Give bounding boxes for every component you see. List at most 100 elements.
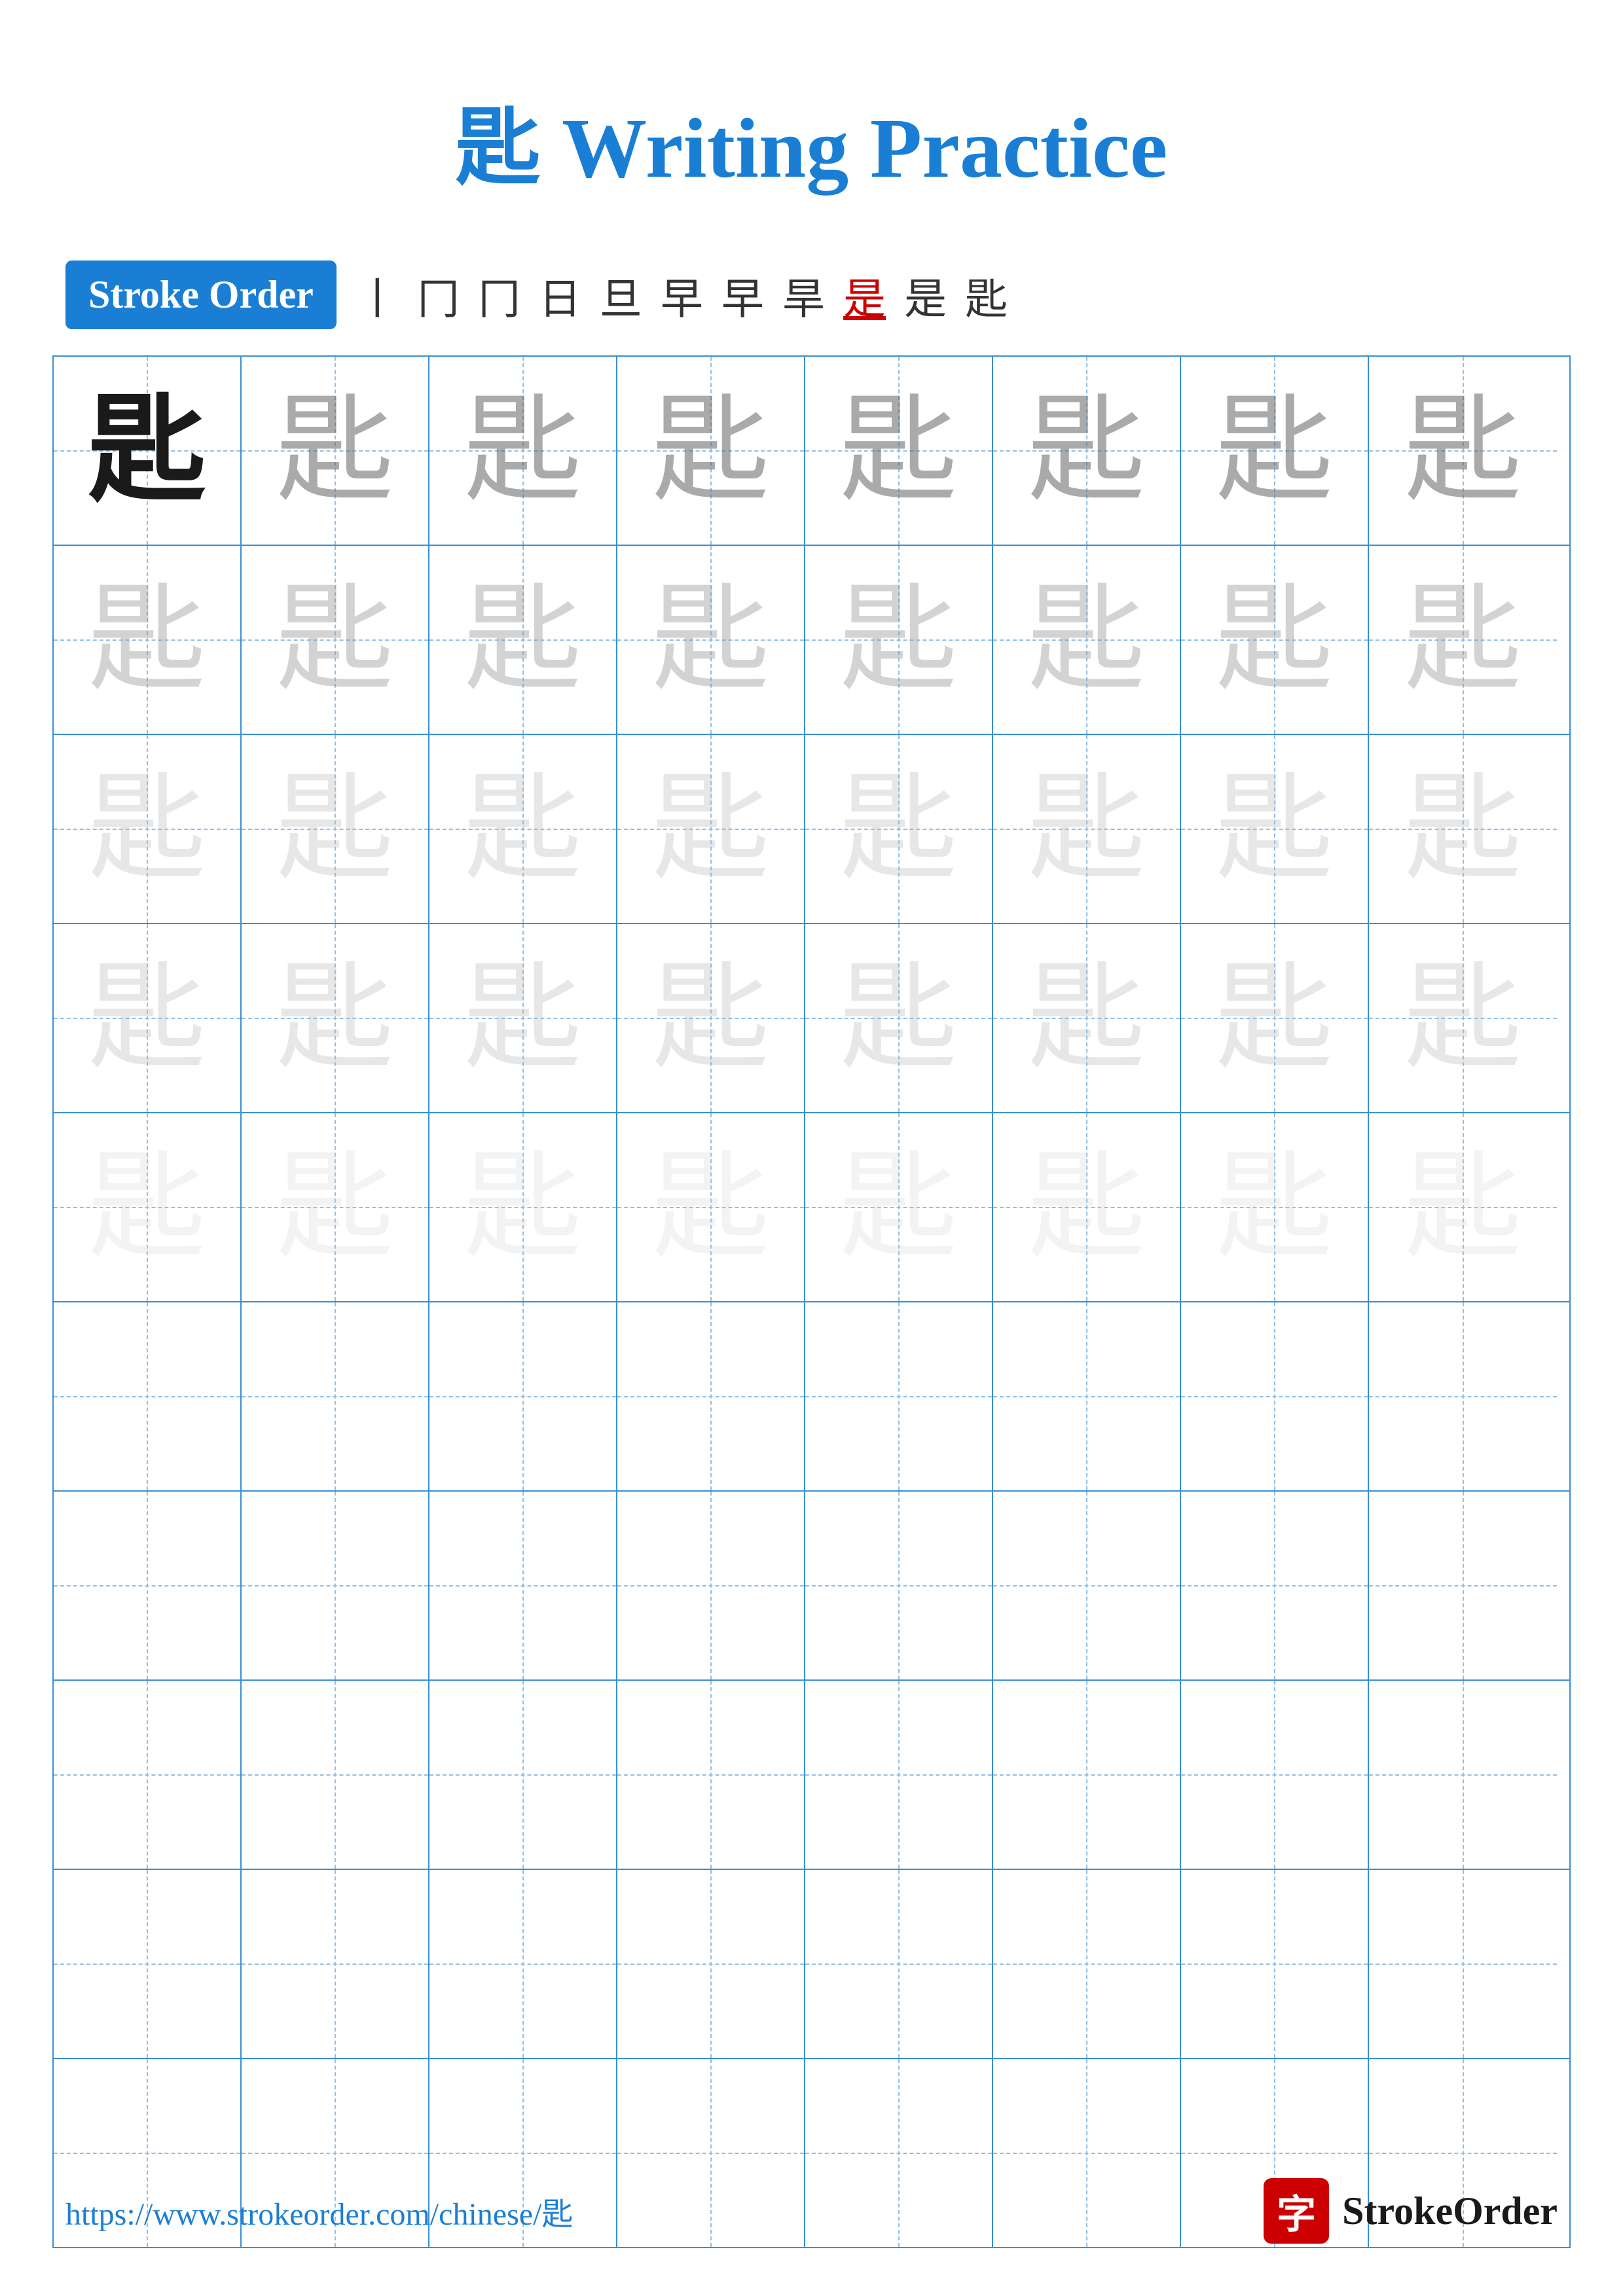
grid-cell[interactable] (1369, 1302, 1557, 1490)
grid-cell[interactable]: 匙 (242, 546, 429, 734)
grid-cell[interactable]: 匙 (54, 546, 242, 734)
grid-cell[interactable] (1181, 1681, 1369, 1869)
grid-cell[interactable] (1181, 1870, 1369, 2058)
grid-cell[interactable] (54, 1681, 242, 1869)
grid-cell[interactable] (54, 1492, 242, 1679)
grid-cell[interactable] (993, 1681, 1181, 1869)
grid-cell[interactable]: 匙 (1369, 735, 1557, 923)
footer-brand: 字 StrokeOrder (1264, 2178, 1558, 2244)
grid-cell[interactable]: 匙 (1181, 924, 1369, 1112)
grid-cell[interactable] (993, 1870, 1181, 2058)
grid-cell[interactable]: 匙 (993, 735, 1181, 923)
grid-cell[interactable] (617, 1681, 805, 1869)
grid-cell[interactable]: 匙 (429, 357, 617, 545)
stroke-step-5: 旦 (600, 264, 642, 326)
grid-cell[interactable] (429, 1302, 617, 1490)
grid-cell[interactable] (993, 1492, 1181, 1679)
grid-cell[interactable]: 匙 (429, 924, 617, 1112)
grid-row: 匙 匙 匙 匙 匙 匙 匙 匙 (54, 924, 1569, 1113)
grid-cell[interactable]: 匙 (1181, 1113, 1369, 1301)
grid-cell[interactable] (617, 1492, 805, 1679)
stroke-step-3: 冂 (478, 264, 520, 326)
grid-cell[interactable] (1181, 1302, 1369, 1490)
grid-cell[interactable]: 匙 (993, 546, 1181, 734)
footer-url[interactable]: https://www.strokeorder.com/chinese/匙 (65, 2188, 573, 2234)
grid-cell[interactable] (805, 1681, 993, 1869)
grid-row (54, 1302, 1569, 1492)
grid-cell[interactable] (242, 1302, 429, 1490)
grid-cell[interactable]: 匙 (429, 546, 617, 734)
grid-cell[interactable] (429, 1870, 617, 2058)
title-char: 匙 (456, 101, 541, 196)
char-guide: 匙 (1027, 770, 1145, 888)
grid-cell[interactable] (1369, 1681, 1557, 1869)
char-guide: 匙 (651, 960, 769, 1077)
char-guide: 匙 (1215, 392, 1333, 510)
grid-cell[interactable]: 匙 (1369, 546, 1557, 734)
grid-cell[interactable]: 匙 (1369, 924, 1557, 1112)
grid-cell[interactable]: 匙 (1369, 1113, 1557, 1301)
brand-icon: 字 (1264, 2178, 1329, 2244)
grid-cell[interactable]: 匙 (617, 735, 805, 923)
grid-cell[interactable]: 匙 (805, 924, 993, 1112)
grid-cell[interactable]: 匙 (993, 357, 1181, 545)
grid-cell[interactable] (805, 1870, 993, 2058)
grid-cell[interactable] (1369, 1492, 1557, 1679)
grid-cell[interactable]: 匙 (1181, 546, 1369, 734)
grid-cell[interactable]: 匙 (993, 924, 1181, 1112)
grid-cell[interactable] (1181, 1492, 1369, 1679)
grid-cell[interactable]: 匙 (805, 357, 993, 545)
grid-cell[interactable] (617, 1302, 805, 1490)
grid-cell[interactable] (429, 1492, 617, 1679)
grid-cell[interactable] (993, 1302, 1181, 1490)
char-guide: 匙 (464, 1149, 581, 1266)
char-guide: 匙 (1404, 581, 1522, 699)
grid-row: 匙 匙 匙 匙 匙 匙 匙 匙 (54, 546, 1569, 735)
grid-cell[interactable]: 匙 (242, 924, 429, 1112)
grid-cell[interactable]: 匙 (617, 357, 805, 545)
char-guide: 匙 (839, 581, 957, 699)
grid-cell[interactable] (242, 1681, 429, 1869)
char-guide: 匙 (1027, 1149, 1145, 1266)
stroke-step-9: 是 (843, 264, 886, 326)
grid-cell[interactable]: 匙 (54, 924, 242, 1112)
grid-cell[interactable] (54, 1302, 242, 1490)
grid-cell[interactable]: 匙 (242, 735, 429, 923)
char-guide: 匙 (1215, 960, 1333, 1077)
grid-cell[interactable]: 匙 (429, 735, 617, 923)
grid-cell[interactable]: 匙 (54, 357, 242, 545)
grid-cell[interactable]: 匙 (805, 1113, 993, 1301)
grid-cell[interactable]: 匙 (805, 546, 993, 734)
grid-cell[interactable]: 匙 (617, 1113, 805, 1301)
char-guide: 匙 (1027, 581, 1145, 699)
grid-cell[interactable] (805, 1492, 993, 1679)
grid-cell[interactable]: 匙 (1181, 735, 1369, 923)
grid-cell[interactable] (617, 1870, 805, 2058)
grid-cell[interactable]: 匙 (617, 924, 805, 1112)
char-guide: 匙 (839, 770, 957, 888)
char-guide: 匙 (464, 392, 581, 510)
grid-cell[interactable] (242, 1870, 429, 2058)
grid-cell[interactable]: 匙 (993, 1113, 1181, 1301)
grid-cell[interactable] (1369, 1870, 1557, 2058)
char-guide: 匙 (1215, 1149, 1333, 1266)
grid-row: 匙 匙 匙 匙 匙 匙 匙 匙 (54, 1113, 1569, 1302)
grid-cell[interactable] (805, 1302, 993, 1490)
grid-cell[interactable] (242, 1492, 429, 1679)
grid-row (54, 1870, 1569, 2059)
grid-cell[interactable]: 匙 (429, 1113, 617, 1301)
grid-cell[interactable] (429, 1681, 617, 1869)
grid-cell[interactable]: 匙 (617, 546, 805, 734)
grid-cell[interactable] (54, 1870, 242, 2058)
char-guide: 匙 (651, 1149, 769, 1266)
grid-cell[interactable]: 匙 (1181, 357, 1369, 545)
grid-cell[interactable]: 匙 (805, 735, 993, 923)
stroke-step-4: 日 (539, 264, 581, 326)
grid-cell[interactable]: 匙 (54, 1113, 242, 1301)
grid-cell[interactable]: 匙 (242, 357, 429, 545)
brand-name: StrokeOrder (1342, 2189, 1558, 2234)
stroke-step-8: 旱 (782, 264, 825, 326)
grid-cell[interactable]: 匙 (54, 735, 242, 923)
grid-cell[interactable]: 匙 (242, 1113, 429, 1301)
grid-cell[interactable]: 匙 (1369, 357, 1557, 545)
